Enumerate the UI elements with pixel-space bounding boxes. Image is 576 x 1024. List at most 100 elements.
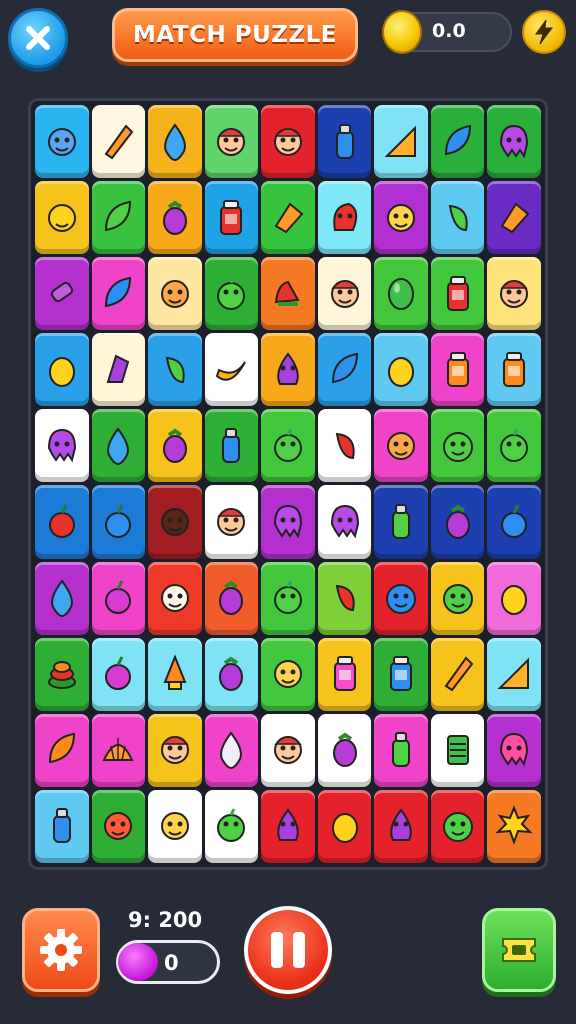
ticket-button[interactable] (482, 908, 556, 992)
tile[interactable] (374, 409, 428, 483)
tile[interactable] (261, 485, 315, 559)
tile[interactable] (261, 713, 315, 787)
tile[interactable] (35, 333, 89, 407)
tile[interactable] (148, 561, 202, 635)
tile[interactable] (91, 485, 146, 559)
tile[interactable] (317, 789, 372, 863)
tile[interactable] (35, 713, 89, 787)
tile[interactable] (148, 257, 202, 331)
tile[interactable] (35, 485, 89, 559)
tile[interactable] (261, 789, 315, 863)
tile[interactable] (430, 181, 485, 255)
tile[interactable] (374, 789, 428, 863)
tile[interactable] (261, 105, 315, 179)
tile[interactable] (487, 713, 541, 787)
tile[interactable] (261, 181, 315, 255)
tile[interactable] (430, 789, 485, 863)
tile[interactable] (35, 181, 89, 255)
tile[interactable] (374, 561, 428, 635)
tile[interactable] (204, 713, 259, 787)
tile[interactable] (430, 333, 485, 407)
settings-button[interactable] (22, 908, 100, 992)
tile[interactable] (204, 637, 259, 711)
tile[interactable] (317, 181, 372, 255)
tile[interactable] (91, 713, 146, 787)
tile[interactable] (487, 333, 541, 407)
tile[interactable] (35, 105, 89, 179)
tile[interactable] (374, 485, 428, 559)
tile[interactable] (91, 257, 146, 331)
tile[interactable] (91, 181, 146, 255)
tile[interactable] (317, 409, 372, 483)
tile[interactable] (261, 333, 315, 407)
tile[interactable] (430, 257, 485, 331)
tile[interactable] (204, 561, 259, 635)
tile[interactable] (261, 561, 315, 635)
tile[interactable] (487, 181, 541, 255)
tile[interactable] (374, 713, 428, 787)
tile[interactable] (374, 181, 428, 255)
tile[interactable] (148, 789, 202, 863)
tile[interactable] (148, 105, 202, 179)
close-button[interactable] (8, 8, 68, 68)
tile[interactable] (374, 105, 428, 179)
tile[interactable] (148, 713, 202, 787)
tile[interactable] (261, 409, 315, 483)
tile[interactable] (204, 485, 259, 559)
tile[interactable] (487, 561, 541, 635)
tile[interactable] (148, 637, 202, 711)
tile[interactable] (35, 409, 89, 483)
tile[interactable] (487, 637, 541, 711)
tile[interactable] (317, 713, 372, 787)
tile[interactable] (91, 561, 146, 635)
battery-icon (446, 735, 469, 766)
tile[interactable] (35, 257, 89, 331)
tile[interactable] (487, 485, 541, 559)
tile[interactable] (91, 105, 146, 179)
tile[interactable] (317, 105, 372, 179)
tile[interactable] (261, 637, 315, 711)
tile[interactable] (91, 333, 146, 407)
bolt-button[interactable] (522, 10, 566, 54)
tile[interactable] (487, 105, 541, 179)
tile[interactable] (148, 485, 202, 559)
tile[interactable] (148, 409, 202, 483)
coin-value: 0.0 (432, 20, 466, 42)
tile[interactable] (317, 637, 372, 711)
tile[interactable] (261, 257, 315, 331)
lime-green-icon (273, 580, 302, 615)
tile[interactable] (204, 105, 259, 179)
pause-button[interactable] (244, 906, 332, 994)
tile[interactable] (430, 105, 485, 179)
tile[interactable] (317, 561, 372, 635)
tile[interactable] (204, 333, 259, 407)
eggplant-icon (162, 200, 187, 235)
tile[interactable] (35, 789, 89, 863)
tile[interactable] (91, 637, 146, 711)
tile[interactable] (204, 409, 259, 483)
tile[interactable] (317, 485, 372, 559)
tile[interactable] (317, 333, 372, 407)
tile[interactable] (148, 181, 202, 255)
tile[interactable] (91, 409, 146, 483)
tile[interactable] (204, 789, 259, 863)
apple-green-icon (500, 428, 529, 462)
tile[interactable] (204, 257, 259, 331)
tile[interactable] (35, 561, 89, 635)
tile[interactable] (374, 257, 428, 331)
tile[interactable] (430, 713, 485, 787)
tile[interactable] (430, 561, 485, 635)
tile[interactable] (487, 789, 541, 863)
tile[interactable] (487, 257, 541, 331)
tile[interactable] (35, 637, 89, 711)
tile[interactable] (148, 333, 202, 407)
tile[interactable] (317, 257, 372, 331)
tile[interactable] (487, 409, 541, 483)
tile[interactable] (430, 409, 485, 483)
tile[interactable] (430, 485, 485, 559)
tile[interactable] (374, 333, 428, 407)
tile[interactable] (374, 637, 428, 711)
tile[interactable] (91, 789, 146, 863)
tile[interactable] (204, 181, 259, 255)
tile[interactable] (430, 637, 485, 711)
